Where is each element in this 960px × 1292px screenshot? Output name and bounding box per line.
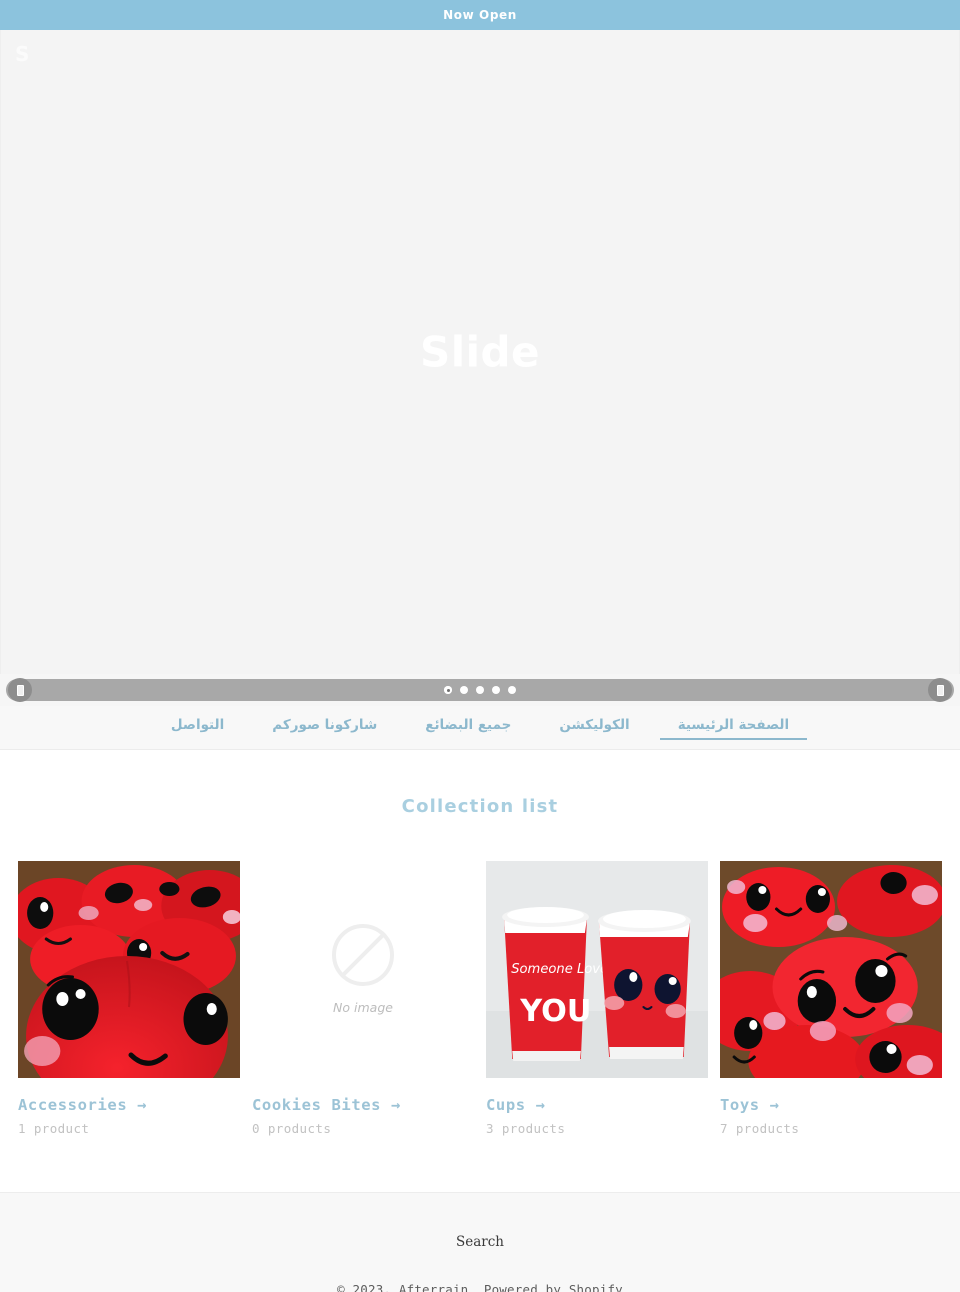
collection-card-cookies-bites[interactable]: No image Cookies Bites → 0 products <box>246 861 480 1136</box>
collection-count-cookies-bites: 0 products <box>252 1121 332 1136</box>
announcement-bar: Now Open <box>0 0 960 30</box>
collection-title-cups: Cups → <box>486 1096 546 1114</box>
nav-list: الصفحة الرئيسية الكوليكشن جميع البضائع ش… <box>147 706 813 745</box>
no-image-icon <box>332 924 394 986</box>
carousel-dot-3[interactable] <box>476 686 484 694</box>
collection-grid: Accessories → 1 product No image Cookies… <box>0 861 960 1136</box>
collection-title-accessories: Accessories → <box>18 1096 148 1114</box>
nav-item-collections[interactable]: الكوليكشن <box>535 706 653 745</box>
collection-count-toys: 7 products <box>720 1121 800 1136</box>
nav-item-home[interactable]: الصفحة الرئيسية <box>654 706 813 745</box>
collection-list-section: Collection list Accessories → 1 product … <box>0 750 960 1192</box>
collection-image-toys <box>720 861 942 1078</box>
carousel-dot-2[interactable] <box>460 686 468 694</box>
nav-item-all-products[interactable]: جميع البضائع <box>401 706 535 745</box>
collection-card-cups[interactable]: Someone Loves YOU Cups → 3 products <box>480 861 714 1136</box>
carousel-dots[interactable] <box>444 686 516 694</box>
carousel-dot-5[interactable] <box>508 686 516 694</box>
collection-title-toys: Toys → <box>720 1096 780 1114</box>
collection-card-toys[interactable]: Toys → 7 products <box>714 861 948 1136</box>
svg-text:YOU: YOU <box>519 994 591 1029</box>
main-navigation: الصفحة الرئيسية الكوليكشن جميع البضائع ش… <box>0 706 960 750</box>
svg-text:Someone Loves: Someone Loves <box>511 962 615 977</box>
collection-title-cookies-bites: Cookies Bites → <box>252 1096 401 1114</box>
carousel-dot-1[interactable] <box>444 686 452 694</box>
no-image-label: No image <box>333 1000 393 1015</box>
hero-slideshow[interactable]: S Slide <box>0 30 960 674</box>
footer-search-link[interactable]: Search <box>456 1234 504 1250</box>
footer-copyright: © 2023, Afterrain. Powered by Shopify <box>337 1282 623 1292</box>
hero-slide-label: Slide <box>419 327 541 377</box>
nav-item-share-photos[interactable]: شاركونا صوركم <box>248 706 401 745</box>
site-footer: Search © 2023, Afterrain. Powered by Sho… <box>0 1192 960 1292</box>
collection-card-accessories[interactable]: Accessories → 1 product <box>12 861 246 1136</box>
collection-count-accessories: 1 product <box>18 1121 90 1136</box>
carousel-next-button[interactable] <box>928 678 952 702</box>
hero-corner-letter: S <box>15 42 30 66</box>
chevron-right-icon <box>936 684 944 696</box>
announcement-text: Now Open <box>443 8 517 22</box>
nav-item-contact[interactable]: التواصل <box>147 706 248 745</box>
carousel-prev-button[interactable] <box>8 678 32 702</box>
page-title: Collection list <box>401 796 559 817</box>
carousel-dot-4[interactable] <box>492 686 500 694</box>
collection-image-placeholder: No image <box>252 861 474 1078</box>
collection-count-cups: 3 products <box>486 1121 566 1136</box>
collection-image-cups: Someone Loves YOU <box>486 861 708 1078</box>
collection-image-accessories <box>18 861 240 1078</box>
chevron-left-icon <box>16 684 24 696</box>
carousel-controls[interactable] <box>0 674 960 706</box>
